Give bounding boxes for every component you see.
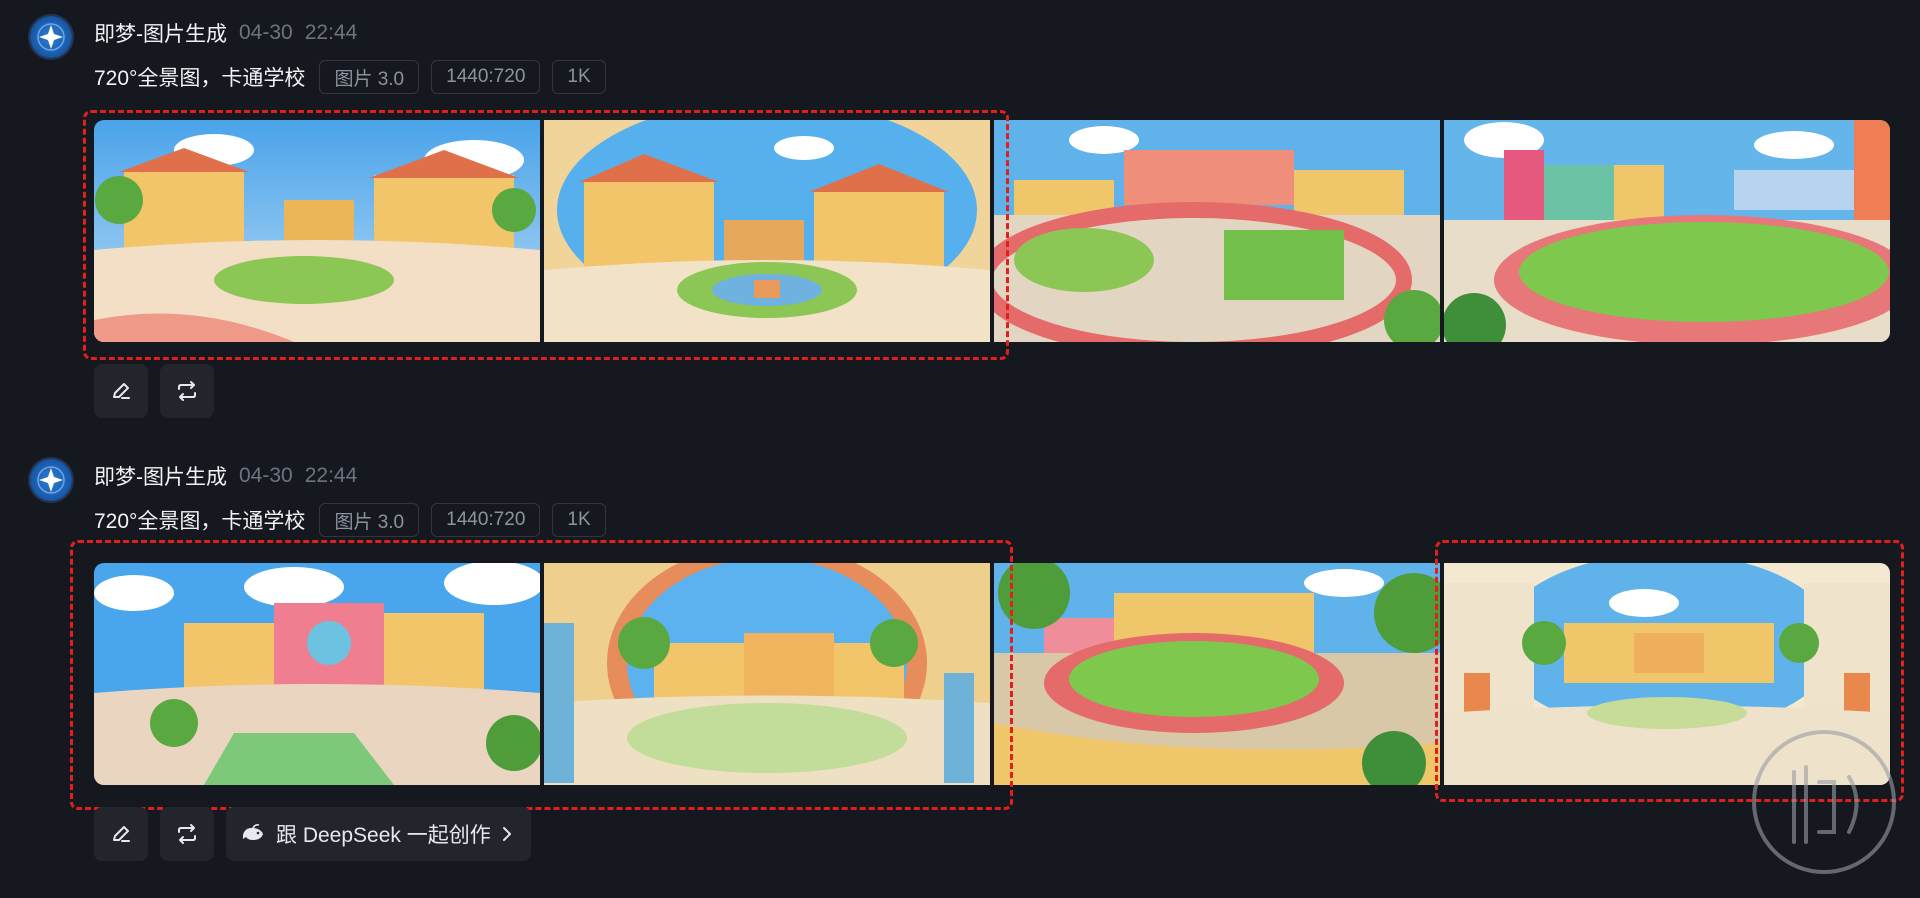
image-grid — [94, 563, 1890, 785]
message-date: 04-30 — [239, 21, 293, 44]
message-time: 22:44 — [304, 464, 358, 487]
edit-icon — [113, 826, 130, 842]
generated-image-4[interactable] — [1444, 120, 1890, 342]
app-name: 即梦-图片生成 — [94, 466, 227, 489]
resolution-tag: 1K — [552, 60, 606, 94]
message-actions: 跟 DeepSeek 一起创作 — [94, 807, 531, 861]
prompt-line: 720°全景图，卡通学校 图片 3.0 1440:720 1K — [94, 60, 606, 94]
ratio-tag: 1440:720 — [431, 503, 541, 537]
message-header: 即梦-图片生成 04-30 22:44 — [94, 461, 357, 491]
prompt-text: 720°全景图，卡通学校 — [94, 67, 306, 90]
model-tag: 图片 3.0 — [319, 60, 420, 94]
generated-image-1[interactable] — [94, 120, 540, 342]
star-logo-icon — [37, 466, 65, 494]
avatar[interactable] — [30, 459, 72, 501]
message-date: 04-30 — [239, 464, 293, 487]
avatar[interactable] — [30, 16, 72, 58]
regenerate-button[interactable] — [160, 364, 214, 418]
generated-image-3[interactable] — [994, 120, 1440, 342]
edit-button[interactable] — [94, 364, 148, 418]
message-actions — [94, 364, 214, 418]
deepseek-create-label: 跟 DeepSeek 一起创作 — [276, 824, 491, 847]
generated-image-3[interactable] — [994, 563, 1440, 785]
regenerate-icon — [178, 381, 196, 401]
regenerate-icon — [178, 824, 196, 844]
whale-icon — [243, 824, 263, 840]
chevron-right-icon — [502, 827, 511, 841]
resolution-tag: 1K — [552, 503, 606, 537]
ratio-tag: 1440:720 — [431, 60, 541, 94]
generated-image-2[interactable] — [544, 563, 990, 785]
generated-image-1[interactable] — [94, 563, 540, 785]
star-logo-icon — [37, 23, 65, 51]
prompt-line: 720°全景图，卡通学校 图片 3.0 1440:720 1K — [94, 503, 606, 537]
deepseek-create-button[interactable]: 跟 DeepSeek 一起创作 — [226, 807, 531, 861]
edit-button[interactable] — [94, 807, 148, 861]
message-time: 22:44 — [304, 21, 358, 44]
generated-image-2[interactable] — [544, 120, 990, 342]
watermark-seal-icon — [1744, 722, 1904, 887]
image-grid — [94, 120, 1890, 342]
app-name: 即梦-图片生成 — [94, 23, 227, 46]
edit-icon — [113, 383, 130, 399]
regenerate-button[interactable] — [160, 807, 214, 861]
message-header: 即梦-图片生成 04-30 22:44 — [94, 18, 357, 48]
model-tag: 图片 3.0 — [319, 503, 420, 537]
prompt-text: 720°全景图，卡通学校 — [94, 510, 306, 533]
